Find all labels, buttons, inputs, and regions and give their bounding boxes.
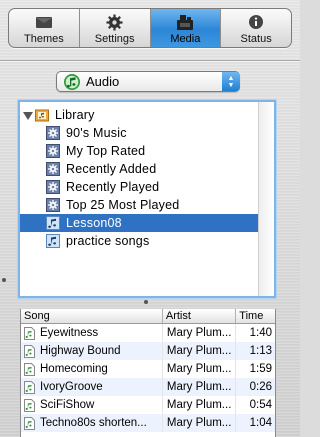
audio-file-icon xyxy=(24,344,35,358)
song-title: IvoryGroove xyxy=(40,381,103,393)
media-browser-panel: Themes Settings Media Status Audio ▲ ▼ L… xyxy=(0,0,300,437)
artist-cell: Mary Plum... xyxy=(163,342,237,360)
disclosure-triangle-icon[interactable] xyxy=(23,110,33,120)
artist-cell: Mary Plum... xyxy=(163,360,237,378)
song-title: Eyewitness xyxy=(40,327,99,339)
time-cell: 0:54 xyxy=(249,399,272,411)
artist-cell: Mary Plum... xyxy=(163,396,237,414)
song-title: Homecoming xyxy=(40,363,108,375)
tab-status-label: Status xyxy=(240,32,272,45)
library-icon xyxy=(35,108,49,122)
tab-media-label: Media xyxy=(170,32,201,45)
column-header-song[interactable]: Song xyxy=(21,309,163,323)
sidebar-item-label: Lesson08 xyxy=(66,216,122,230)
artist-cell: Mary Plum... xyxy=(163,324,237,342)
popup-arrows-icon: ▲ ▼ xyxy=(222,72,240,91)
sidebar-item-90s-music[interactable]: 90's Music xyxy=(20,124,260,142)
song-cell: Techno80s shorten... xyxy=(21,414,163,432)
artist-cell: Mary Plum... xyxy=(163,378,237,396)
media-icon xyxy=(175,14,195,31)
table-row[interactable]: Homecoming Mary Plum... 1:59 xyxy=(21,360,275,378)
tab-themes-label: Themes xyxy=(24,32,64,45)
tab-media[interactable]: Media xyxy=(150,9,222,47)
table-row[interactable]: Techno80s shorten... Mary Plum... 1:04 xyxy=(21,414,275,432)
song-title: Techno80s shorten... xyxy=(40,417,147,429)
artist-cell: Mary Plum... xyxy=(163,414,237,432)
song-cell: Eyewitness xyxy=(21,324,163,342)
sidebar-item-label: practice songs xyxy=(66,234,150,248)
time-cell: 0:26 xyxy=(249,381,272,393)
time-cell: 1:40 xyxy=(249,327,272,339)
tab-bar: Themes Settings Media Status xyxy=(8,8,292,48)
song-cell: Highway Bound xyxy=(21,342,163,360)
audio-file-icon xyxy=(24,398,35,412)
sidebar-item-lesson08[interactable]: Lesson08 xyxy=(20,214,260,232)
time-cell: 1:04 xyxy=(249,417,272,429)
source-list-scrollbar[interactable] xyxy=(258,102,274,296)
split-view-handle[interactable] xyxy=(144,300,148,304)
tab-settings[interactable]: Settings xyxy=(80,9,151,47)
table-row[interactable]: Eyewitness Mary Plum... 1:40 xyxy=(21,324,275,342)
audio-file-icon xyxy=(24,326,35,340)
song-title: SciFiShow xyxy=(40,399,95,411)
smart-playlist-icon xyxy=(46,162,60,176)
song-title: Highway Bound xyxy=(40,345,121,357)
song-cell: SciFiShow xyxy=(21,396,163,414)
smart-playlist-icon xyxy=(46,180,60,194)
sidebar-item-my-top-rated[interactable]: My Top Rated xyxy=(20,142,260,160)
resize-handle[interactable] xyxy=(2,278,6,282)
track-table[interactable]: Song Artist Time Eyewitness Mary Plum...… xyxy=(20,309,276,437)
music-note-icon xyxy=(63,73,81,91)
sidebar-item-label: Recently Played xyxy=(66,180,160,194)
tab-status[interactable]: Status xyxy=(221,9,291,47)
table-row[interactable]: IvoryGroove Mary Plum... 0:26 xyxy=(21,378,275,396)
sidebar-item-recently-played[interactable]: Recently Played xyxy=(20,178,260,196)
time-cell: 1:13 xyxy=(249,345,272,357)
media-type-popup[interactable]: Audio ▲ ▼ xyxy=(56,71,240,92)
playlist-icon xyxy=(46,234,60,248)
smart-playlist-icon xyxy=(46,144,60,158)
sidebar-item-top-25-most-played[interactable]: Top 25 Most Played xyxy=(20,196,260,214)
smart-playlist-icon xyxy=(46,126,60,140)
playlist-icon xyxy=(46,216,60,230)
tab-themes[interactable]: Themes xyxy=(9,9,80,47)
column-header-time[interactable]: Time xyxy=(236,309,275,323)
table-row[interactable]: SciFiShow Mary Plum... 0:54 xyxy=(21,396,275,414)
smart-playlist-icon xyxy=(46,198,60,212)
tab-settings-label: Settings xyxy=(94,32,135,45)
sidebar-item-practice-songs[interactable]: practice songs xyxy=(20,232,260,250)
table-header: Song Artist Time xyxy=(21,309,275,324)
library-root[interactable]: Library xyxy=(20,106,260,124)
sidebar-item-label: My Top Rated xyxy=(66,144,146,158)
time-cell: 1:59 xyxy=(249,363,272,375)
audio-file-icon xyxy=(24,362,35,376)
song-cell: IvoryGroove xyxy=(21,378,163,396)
sidebar-item-label: Recently Added xyxy=(66,162,157,176)
sidebar-item-label: 90's Music xyxy=(66,126,127,140)
library-root-label: Library xyxy=(55,108,95,122)
table-row[interactable]: Highway Bound Mary Plum... 1:13 xyxy=(21,342,275,360)
sidebar-item-label: Top 25 Most Played xyxy=(66,198,180,212)
column-header-artist[interactable]: Artist xyxy=(163,309,237,323)
audio-file-icon xyxy=(24,416,35,430)
info-icon xyxy=(248,14,264,31)
sidebar-item-recently-added[interactable]: Recently Added xyxy=(20,160,260,178)
song-cell: Homecoming xyxy=(21,360,163,378)
library-source-list[interactable]: Library 90's Music My Top Rated Recently… xyxy=(18,100,276,298)
media-type-label: Audio xyxy=(86,74,120,89)
audio-file-icon xyxy=(24,380,35,394)
gear-icon xyxy=(106,14,123,31)
divider-highlight xyxy=(0,61,300,62)
themes-icon xyxy=(35,14,53,31)
